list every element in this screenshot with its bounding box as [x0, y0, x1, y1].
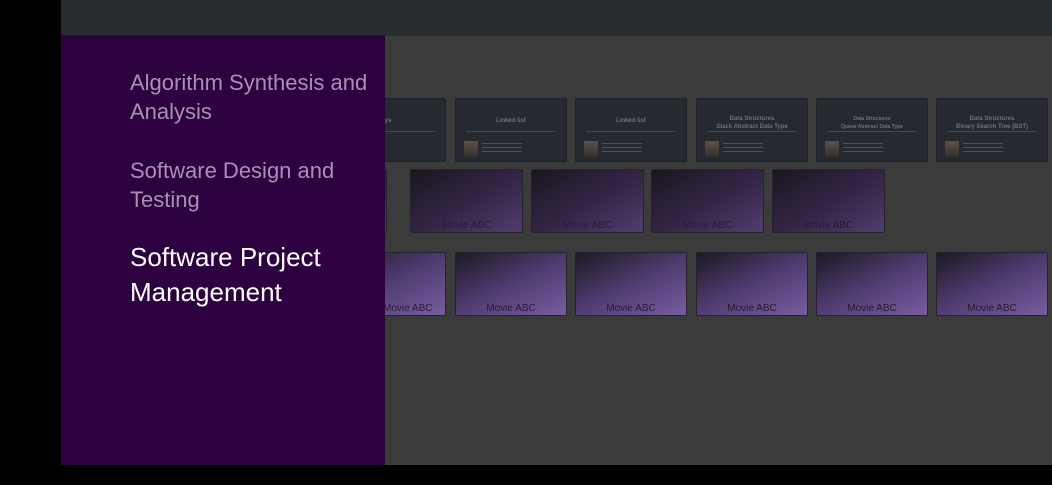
drawer-item-software-design[interactable]: Software Design and Testing: [130, 156, 380, 214]
drawer-item-algorithm-synthesis[interactable]: Algorithm Synthesis and Analysis: [130, 68, 380, 126]
navigation-drawer: Algorithm Synthesis and Analysis Softwar…: [61, 35, 385, 465]
drawer-item-software-project-management[interactable]: Software Project Management: [130, 240, 380, 310]
